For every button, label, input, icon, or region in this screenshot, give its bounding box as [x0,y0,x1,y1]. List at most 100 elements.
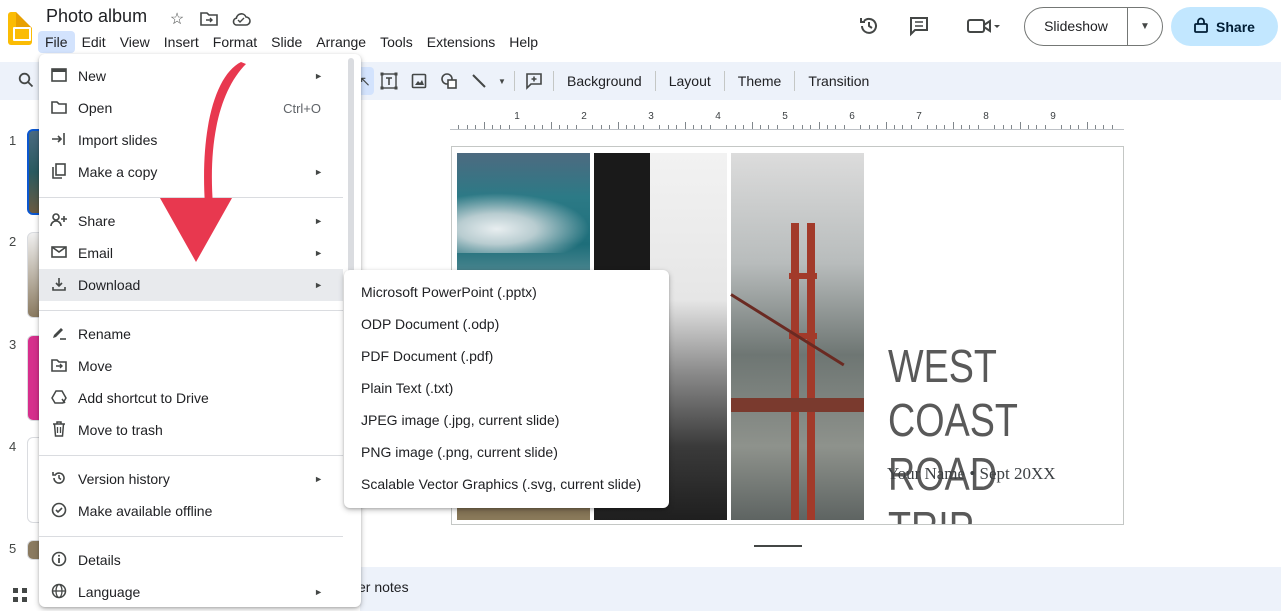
menu-item-label: Make a copy [78,164,158,180]
notes-resize-handle[interactable] [754,545,802,547]
ruler-tick [810,125,812,129]
slideshow-button[interactable]: Slideshow ▼ [1024,7,1163,46]
star-icon[interactable]: ☆ [166,8,188,30]
ruler-tick [567,125,569,129]
line-dropdown-icon[interactable]: ▼ [494,67,510,95]
ruler-tick [877,125,879,129]
file-menu-import-slides[interactable]: Import slides [39,124,343,156]
ruler-tick [466,125,468,129]
file-menu-move-to-trash[interactable]: Move to trash [39,414,343,446]
image-icon[interactable] [404,67,434,95]
speaker-notes-label: er notes [358,579,409,595]
title-actions: ☆ [166,8,252,30]
menu-edit[interactable]: Edit [75,31,113,53]
slideshow-label[interactable]: Slideshow [1025,8,1128,45]
submenu-arrow-icon: ► [314,474,323,484]
ruler-tick [801,125,803,129]
ruler-tick [860,125,862,129]
ruler-tick [600,125,602,129]
file-menu-make-offline[interactable]: Make available offline [39,495,343,527]
transition-button[interactable]: Transition [799,73,878,89]
ruler-tick [1069,125,1071,129]
file-menu-make-a-copy[interactable]: Make a copy ► [39,156,343,188]
theme-button[interactable]: Theme [729,73,791,89]
email-icon [39,245,78,261]
download-svg[interactable]: Scalable Vector Graphics (.svg, current … [344,468,669,500]
share-button[interactable]: Share [1171,7,1278,46]
ruler-tick [893,125,895,129]
cloud-saved-icon[interactable] [230,8,252,30]
ruler-tick [592,125,594,129]
toolbar-divider [654,71,656,91]
ruler-tick [1094,125,1096,129]
share-label: Share [1216,18,1255,35]
file-menu-download[interactable]: Download ► [39,269,343,301]
move-folder-icon[interactable] [198,8,220,30]
file-menu-add-shortcut[interactable]: Add shortcut to Drive [39,382,343,414]
submenu-arrow-icon: ► [314,587,323,597]
menu-format[interactable]: Format [206,31,264,53]
file-menu-new[interactable]: New ► [39,60,343,92]
meet-video-icon[interactable] [958,8,1008,44]
download-pptx[interactable]: Microsoft PowerPoint (.pptx) [344,276,669,308]
rename-icon [39,326,78,343]
ruler-tick [868,125,870,129]
line-icon[interactable] [464,67,494,95]
ruler-tick [952,122,954,129]
ruler-tick [743,125,745,129]
search-menus-icon[interactable] [18,72,34,92]
menu-tools[interactable]: Tools [373,31,420,53]
insert-comment-icon[interactable] [519,67,549,95]
slides-logo-icon[interactable] [8,12,32,45]
history-icon[interactable] [851,8,887,44]
download-pdf[interactable]: PDF Document (.pdf) [344,340,669,372]
slideshow-dropdown-icon[interactable]: ▼ [1128,21,1162,32]
menu-slide[interactable]: Slide [264,31,309,53]
text-box-icon[interactable] [374,67,404,95]
background-button[interactable]: Background [558,73,651,89]
ruler-tick [944,125,946,129]
file-menu-version-history[interactable]: Version history ► [39,463,343,495]
menu-insert[interactable]: Insert [157,31,206,53]
layout-button[interactable]: Layout [660,73,720,89]
download-jpg[interactable]: JPEG image (.jpg, current slide) [344,404,669,436]
menu-item-label: Open [78,100,113,116]
ruler-tick [558,125,560,129]
ruler-tick [1103,125,1105,129]
slide-title[interactable]: WEST COAST ROAD TRIP [888,339,1081,524]
download-odp[interactable]: ODP Document (.odp) [344,308,669,340]
download-txt[interactable]: Plain Text (.txt) [344,372,669,404]
menu-arrange[interactable]: Arrange [309,31,373,53]
file-menu-move[interactable]: Move [39,350,343,382]
speaker-notes-bar[interactable]: er notes [358,567,1281,611]
slide-subtitle[interactable]: Your Name • Sept 20XX [887,464,1056,484]
ruler-tick [793,125,795,129]
file-menu-open[interactable]: Open Ctrl+O [39,92,343,124]
menu-extensions[interactable]: Extensions [420,31,502,53]
move-folder-icon [39,358,78,375]
horizontal-ruler: 1 2 3 4 5 6 7 8 9 [450,110,1124,130]
golden-gate-bridge-photo[interactable] [730,153,864,520]
download-png[interactable]: PNG image (.png, current slide) [344,436,669,468]
menu-item-label: Rename [78,326,131,342]
menu-item-label: Download [78,277,141,293]
comments-icon[interactable] [901,8,937,44]
shape-icon[interactable] [434,67,464,95]
share-person-icon [39,212,78,230]
file-menu-details[interactable]: Details [39,544,343,576]
file-menu-rename[interactable]: Rename [39,318,343,350]
menu-file[interactable]: File [38,31,75,53]
menu-help[interactable]: Help [502,31,545,53]
slide-number: 4 [9,439,17,454]
file-menu-email[interactable]: Email ► [39,237,343,269]
ruler-tick [642,125,644,129]
file-menu-share[interactable]: Share ► [39,205,343,237]
download-submenu: Microsoft PowerPoint (.pptx) ODP Documen… [344,270,669,508]
document-title[interactable]: Photo album [46,6,147,27]
ruler-tick [835,125,837,129]
offline-icon [39,502,78,521]
file-menu-language[interactable]: Language ► [39,576,343,608]
grid-view-icon[interactable] [12,587,28,607]
menu-view[interactable]: View [113,31,157,53]
ruler-tick [542,125,544,129]
